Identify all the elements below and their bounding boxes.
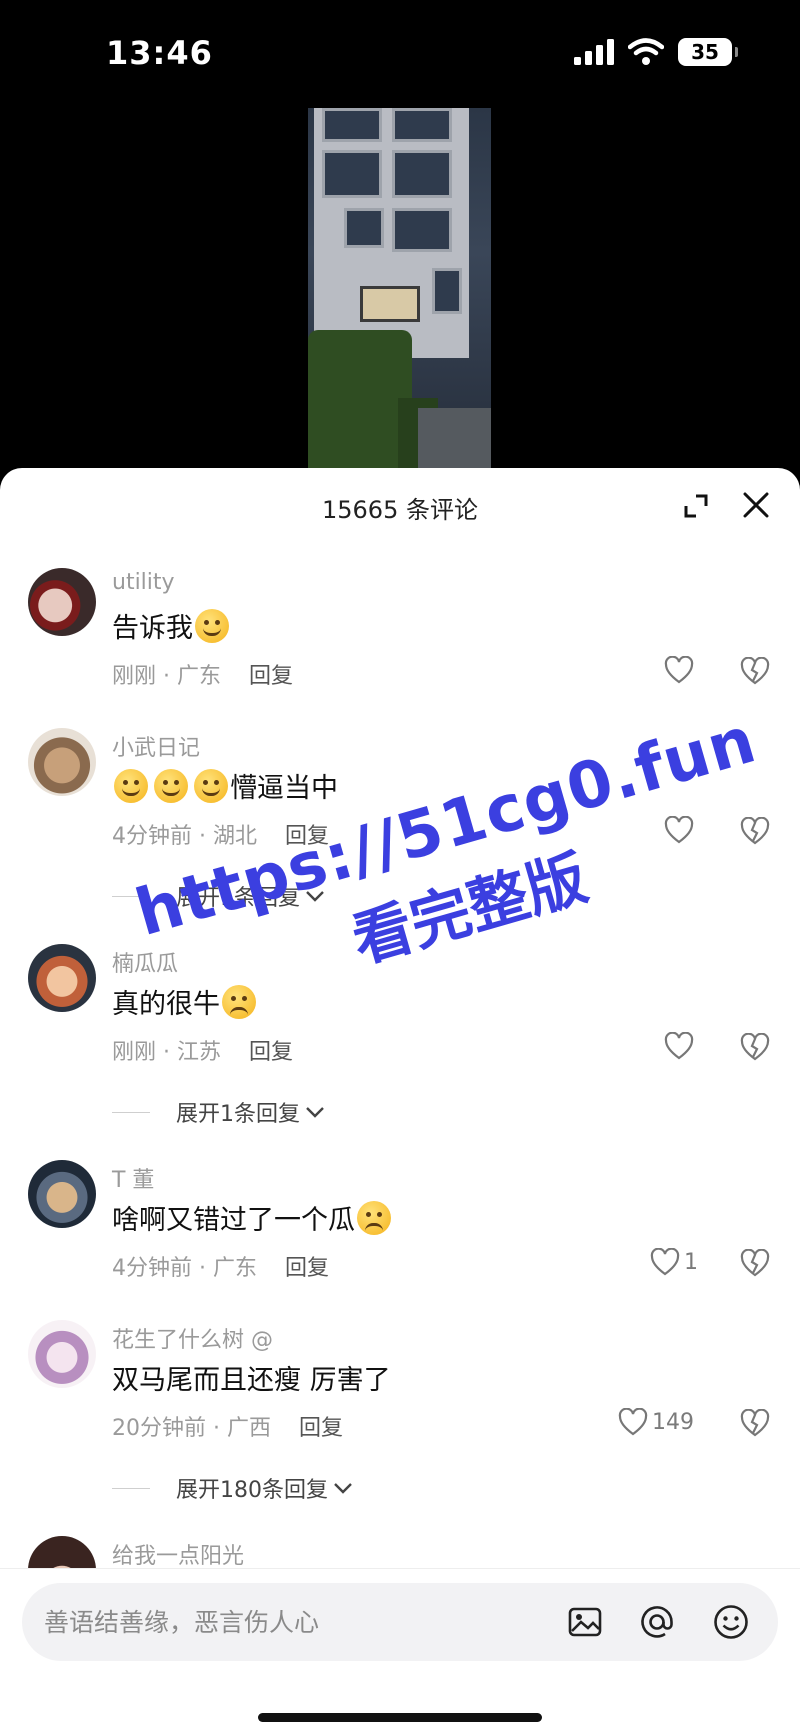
reply-button[interactable]: 回复 xyxy=(249,664,293,689)
signal-icon xyxy=(574,39,614,65)
status-icons: 35 xyxy=(574,38,738,66)
comment-text: 双马尾而且还瘦 厉害了 xyxy=(112,1358,391,1397)
like-button[interactable]: 149 xyxy=(618,1408,694,1436)
avatar[interactable] xyxy=(28,728,96,796)
heart-icon xyxy=(618,1408,648,1436)
mention-icon[interactable] xyxy=(638,1603,676,1641)
dislike-icon[interactable] xyxy=(740,817,770,845)
status-bar: 13:46 35 xyxy=(0,0,800,100)
comment-input-bar xyxy=(0,1568,800,1736)
comment-input-container xyxy=(22,1583,778,1661)
heart-icon xyxy=(664,816,694,844)
reply-button[interactable]: 回复 xyxy=(285,824,329,849)
comment-time-location: 4分钟前 · 湖北 xyxy=(112,824,257,849)
comment-text: 真的很牛 xyxy=(112,982,256,1021)
heart-icon xyxy=(664,1032,694,1060)
comment-meta: 刚刚 · 广东 回复 xyxy=(112,658,293,690)
chevron-down-icon xyxy=(306,891,324,902)
comment-item: 花生了什么树 @ 双马尾而且还瘦 厉害了 20分钟前 · 广西 回复 149 xyxy=(0,1320,800,1470)
dizzy-emoji-icon xyxy=(194,768,228,803)
comment-item: T 董 啥啊又错过了一个瓜 4分钟前 · 广东 回复 1 xyxy=(0,1160,800,1310)
battery-indicator: 35 xyxy=(678,38,738,66)
video-player[interactable] xyxy=(308,108,491,468)
like-count: 149 xyxy=(652,1409,694,1435)
comment-username[interactable]: 给我一点阳光 xyxy=(112,1538,244,1570)
avatar[interactable] xyxy=(28,1160,96,1228)
like-count: 1 xyxy=(684,1249,698,1275)
fullscreen-icon[interactable] xyxy=(682,492,710,520)
image-icon[interactable] xyxy=(566,1603,604,1641)
crying-emoji-icon xyxy=(357,1200,391,1235)
comment-meta: 20分钟前 · 广西 回复 xyxy=(112,1410,343,1442)
comment-username[interactable]: 花生了什么树 @ xyxy=(112,1322,273,1354)
reply-button[interactable]: 回复 xyxy=(299,1416,343,1441)
expand-replies-label: 展开180条回复 xyxy=(176,1478,328,1503)
dislike-icon[interactable] xyxy=(740,1249,770,1277)
comment-meta: 4分钟前 · 广东 回复 xyxy=(112,1250,329,1282)
comment-input[interactable] xyxy=(44,1597,544,1647)
comment-text: 告诉我 xyxy=(112,606,229,645)
wifi-icon xyxy=(628,38,664,65)
expand-replies-button[interactable]: 展开1条回复 xyxy=(112,1096,326,1128)
comment-text-content: 双马尾而且还瘦 厉害了 xyxy=(112,1365,391,1396)
avatar[interactable] xyxy=(28,1320,96,1388)
comment-text: 啥啊又错过了一个瓜 xyxy=(112,1198,391,1237)
heart-icon xyxy=(664,656,694,684)
avatar[interactable] xyxy=(28,944,96,1012)
chevron-down-icon xyxy=(334,1483,352,1494)
comment-username[interactable]: utility xyxy=(112,570,175,595)
dizzy-emoji-icon xyxy=(154,768,188,803)
comment-item: 楠瓜瓜 真的很牛 刚刚 · 江苏 回复 xyxy=(0,944,800,1094)
close-icon[interactable] xyxy=(741,490,771,520)
comment-meta: 4分钟前 · 湖北 回复 xyxy=(112,818,329,850)
comment-username[interactable]: 小武日记 xyxy=(112,730,200,762)
dislike-icon[interactable] xyxy=(740,657,770,685)
dizzy-emoji-icon xyxy=(114,768,148,803)
expand-replies-button[interactable]: 展开1条回复 xyxy=(112,880,326,912)
dislike-icon[interactable] xyxy=(740,1409,770,1437)
status-time: 13:46 xyxy=(106,34,213,72)
home-indicator xyxy=(258,1713,542,1722)
like-button[interactable] xyxy=(664,1032,698,1060)
comment-username[interactable]: 楠瓜瓜 xyxy=(112,946,178,978)
sweat-smile-emoji-icon xyxy=(195,608,229,643)
heart-icon xyxy=(650,1248,680,1276)
comment-time-location: 刚刚 · 广东 xyxy=(112,664,221,689)
reply-button[interactable]: 回复 xyxy=(285,1256,329,1281)
comment-time-location: 20分钟前 · 广西 xyxy=(112,1416,271,1441)
emoji-icon[interactable] xyxy=(712,1603,750,1641)
comment-time-location: 刚刚 · 江苏 xyxy=(112,1040,221,1065)
comment-text-content: 懵逼当中 xyxy=(230,773,338,804)
comment-text-content: 真的很牛 xyxy=(112,989,220,1020)
comment-count-title: 15665 条评论 xyxy=(322,496,478,524)
comment-time-location: 4分钟前 · 广东 xyxy=(112,1256,257,1281)
avatar[interactable] xyxy=(28,568,96,636)
comment-text: 懵逼当中 xyxy=(112,766,338,805)
comment-text-content: 告诉我 xyxy=(112,613,193,644)
chevron-down-icon xyxy=(306,1107,324,1118)
reply-button[interactable]: 回复 xyxy=(249,1040,293,1065)
like-button[interactable] xyxy=(664,816,698,844)
expand-replies-label: 展开1条回复 xyxy=(176,1102,300,1127)
comment-item: utility 告诉我 刚刚 · 广东 回复 xyxy=(0,568,800,718)
expand-replies-button[interactable]: 展开180条回复 xyxy=(112,1472,354,1504)
sheet-header: 15665 条评论 xyxy=(0,468,800,542)
comments-sheet: 15665 条评论 utility 告诉我 刚刚 · 广东 回复 小武日记 懵逼… xyxy=(0,468,800,1736)
comment-username[interactable]: T 董 xyxy=(112,1162,154,1194)
comment-text-content: 啥啊又错过了一个瓜 xyxy=(112,1205,355,1236)
comment-item: 小武日记 懵逼当中 4分钟前 · 湖北 回复 xyxy=(0,728,800,878)
pleading-emoji-icon xyxy=(222,984,256,1019)
comment-meta: 刚刚 · 江苏 回复 xyxy=(112,1034,293,1066)
like-button[interactable]: 1 xyxy=(650,1248,698,1276)
like-button[interactable] xyxy=(664,656,698,684)
expand-replies-label: 展开1条回复 xyxy=(176,886,300,911)
dislike-icon[interactable] xyxy=(740,1033,770,1061)
